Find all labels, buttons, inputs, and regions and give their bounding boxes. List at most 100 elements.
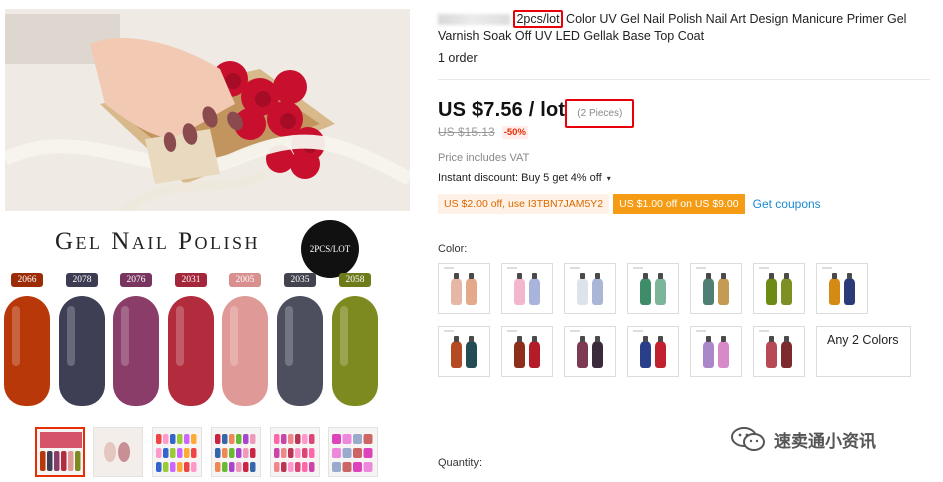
product-gallery: Gel Nail Polish 2PCS/LOT 2066 2078 2076 203… [0,0,430,482]
get-coupons-link[interactable]: Get coupons [753,197,821,211]
swatch-code-label: 2005 [229,273,261,287]
option-thumbnail-label [444,330,454,332]
bottle-swatch [577,336,588,368]
color-option-4[interactable] [627,263,679,314]
instant-discount-text: Instant discount: Buy 5 get 4% off [438,172,602,184]
thumbnail-1[interactable] [35,427,85,477]
lot-badge: 2PCS/LOT [301,220,359,278]
bottle-swatch [766,273,777,305]
color-option-5[interactable] [690,263,742,314]
swatch-code-label: 2058 [339,273,371,287]
option-thumbnail-label [633,267,643,269]
option-thumbnail-label [759,330,769,332]
instant-discount[interactable]: Instant discount: Buy 5 get 4% off ▾ [438,172,611,184]
select-coupon[interactable]: US $1.00 off on US $9.00 [613,194,745,214]
swatch-2078: 2078 [58,273,106,406]
color-option-11[interactable] [627,326,679,377]
original-price: US $15.13 [438,125,495,139]
swatch-code-label: 2076 [120,273,152,287]
bottle-swatch [718,273,729,305]
bottle-swatch [655,336,666,368]
bottle-swatch [529,336,540,368]
swatch-2066: 2066 [3,273,51,406]
color-option-6[interactable] [753,263,805,314]
bottle-swatch [592,273,603,305]
swatch-2076: 2076 [112,273,160,406]
bottle-swatch [592,336,603,368]
option-thumbnail-label [507,267,517,269]
color-chart-banner: Gel Nail Polish 2PCS/LOT 2066 2078 2076 203… [3,211,410,421]
quantity-label: Quantity: [438,457,483,469]
discount-badge: -50% [501,125,528,139]
thumbnail-2[interactable] [93,427,143,477]
option-thumbnail-label [696,330,706,332]
color-option-1[interactable] [438,263,490,314]
color-option-any-two[interactable]: Any 2 Colors [816,326,911,377]
color-option-3[interactable] [564,263,616,314]
bottle-swatch [781,273,792,305]
nail-swatch [168,296,214,406]
bottle-swatch [529,273,540,305]
thumbnail-3[interactable] [152,427,202,477]
nail-swatch [332,296,378,406]
color-option-2[interactable] [501,263,553,314]
swatch-code-label: 2035 [284,273,316,287]
wechat-watermark: 速卖通小资讯 [730,426,876,452]
swatch-2031: 2031 [167,273,215,406]
nail-swatch [4,296,50,406]
product-title: 2pcs/lot Color UV Gel Nail Polish Nail A… [438,10,935,45]
bottle-swatch [781,336,792,368]
color-option-9[interactable] [501,326,553,377]
bottle-swatch [703,273,714,305]
option-thumbnail-label [507,330,517,332]
option-thumbnail-label [570,330,580,332]
color-option-13[interactable] [753,326,805,377]
hero-product-photo[interactable] [5,9,410,211]
bottle-swatch [466,273,477,305]
swatch-code-label: 2078 [66,273,98,287]
swatch-2035: 2035 [276,273,324,406]
swatch-2005: 2005 [221,273,269,406]
store-coupon-code[interactable]: US $2.00 off, use I3TBN7JAM5Y2 [438,194,610,214]
nail-swatch [113,296,159,406]
watermark-text: 速卖通小资讯 [774,431,876,451]
bottle-swatch [640,336,651,368]
price-row: US $7.56 / lot (2 Pieces) [438,95,635,128]
swatch-2058: 2058 [331,273,379,406]
nail-swatch [59,296,105,406]
option-thumbnail-label [822,267,832,269]
swatch-code-label: 2066 [11,273,43,287]
option-thumbnail-label [570,267,580,269]
color-option-7[interactable] [816,263,868,314]
nail-swatch [222,296,268,406]
option-thumbnail-label [759,267,769,269]
wechat-icon [731,427,765,451]
swatch-code-label: 2031 [175,273,207,287]
bottle-swatch [766,336,777,368]
bottle-swatch [514,336,525,368]
color-label: Color: [438,243,468,255]
blurred-brand-name [438,14,510,26]
thumbnail-4[interactable] [211,427,261,477]
original-price-row: US $15.13 -50% [438,125,528,139]
bottle-swatch [577,273,588,305]
bottle-swatch [451,273,462,305]
option-thumbnail-label [633,330,643,332]
color-option-12[interactable] [690,326,742,377]
pieces-per-lot-highlight: (2 Pieces) [565,98,635,128]
option-thumbnail-label [696,267,706,269]
vat-note: Price includes VAT [438,152,530,164]
bottle-swatch [640,273,651,305]
color-option-10[interactable] [564,326,616,377]
bottle-swatch [451,336,462,368]
hero-photo-illustration [5,9,410,211]
bottle-swatch [829,273,840,305]
thumbnail-6[interactable] [328,427,378,477]
orders-count: 1 order [438,51,478,65]
bottle-swatch [718,336,729,368]
thumbnail-5[interactable] [270,427,320,477]
bottle-swatch [466,336,477,368]
color-option-8[interactable] [438,326,490,377]
current-price: US $7.56 / lot [438,98,566,121]
bottle-swatch [514,273,525,305]
